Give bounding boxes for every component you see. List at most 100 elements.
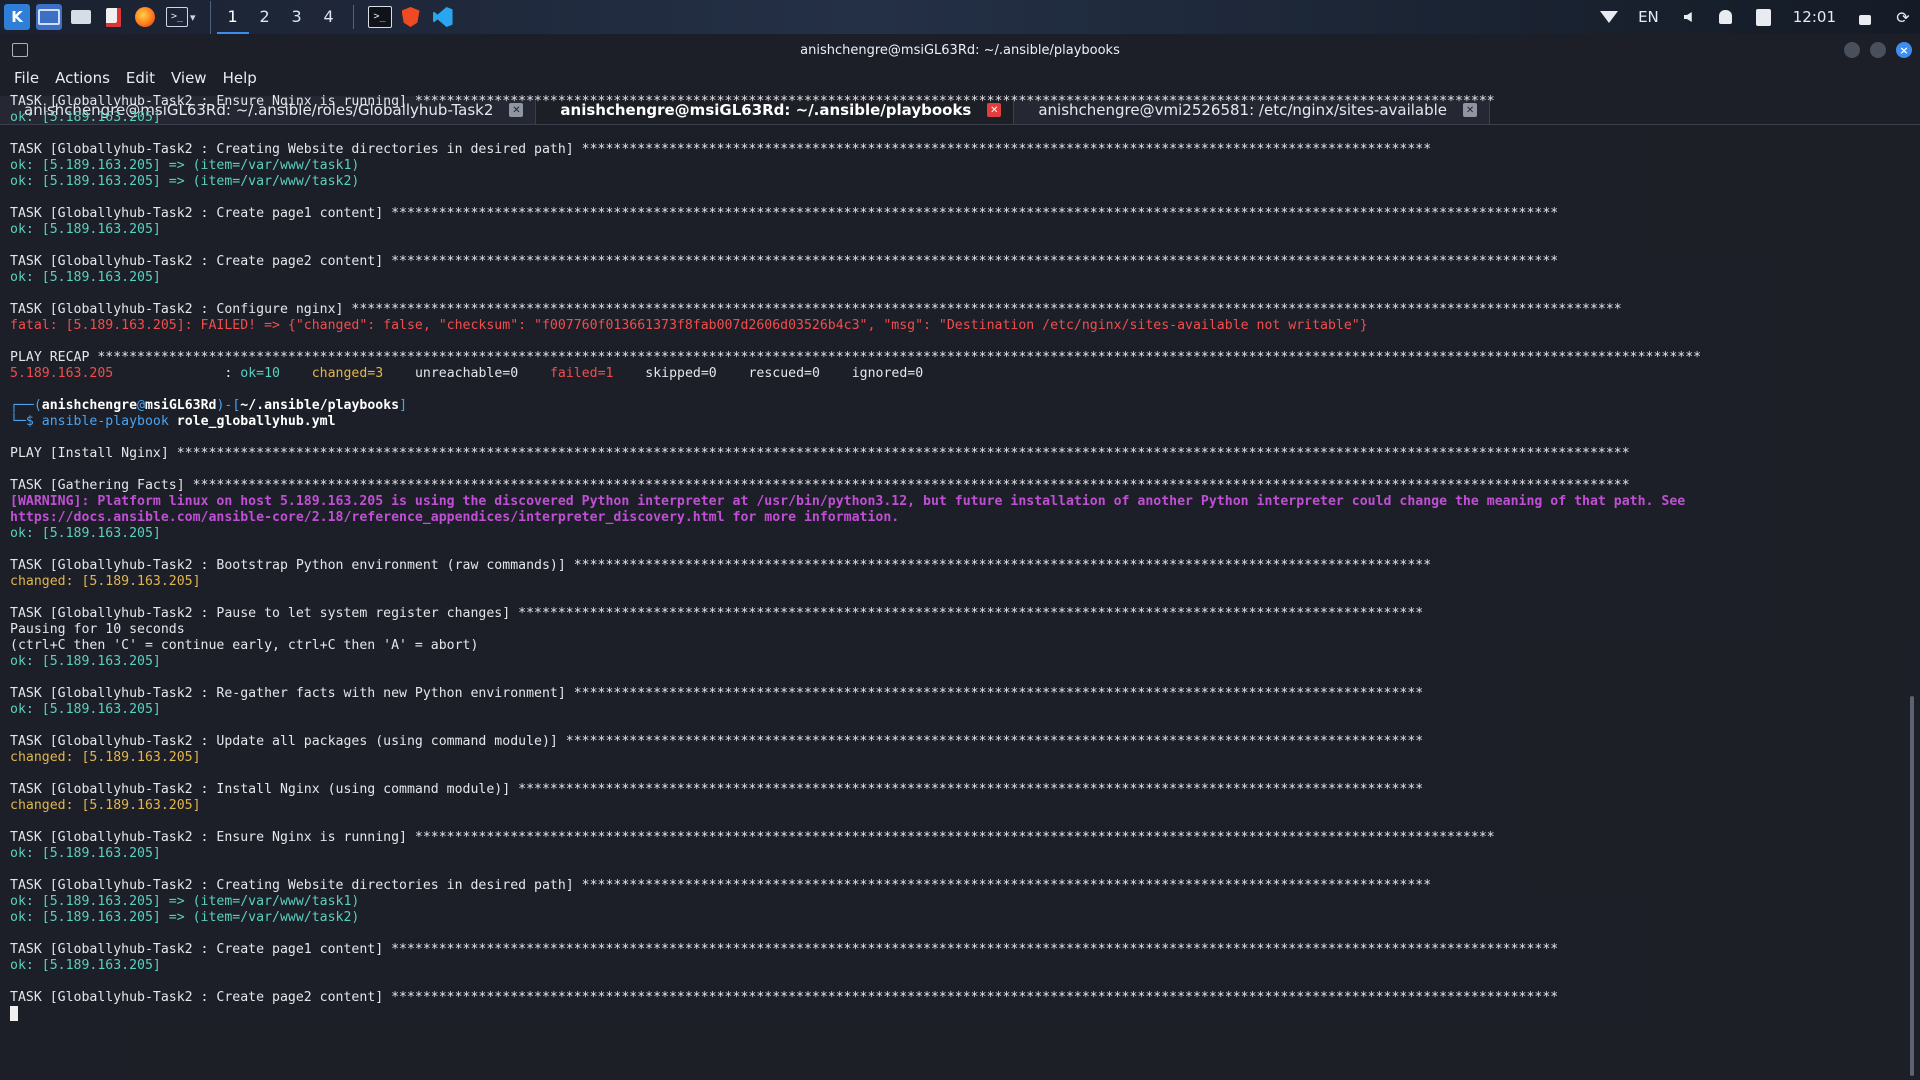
recap-skipped: skipped=0: [645, 366, 717, 381]
output-text: Pausing for 10 seconds: [10, 622, 185, 637]
brave-browser-icon[interactable]: [398, 4, 424, 30]
terminal-window-icon[interactable]: >_: [367, 6, 392, 28]
ok-status: ok: [5.189.163.205]: [10, 702, 161, 717]
task-header: TASK [Globallyhub-Task2 : Creating Websi…: [10, 878, 1432, 893]
terminal-line: ok: [5.189.163.205] => (item=/var/www/ta…: [10, 894, 1905, 910]
keyboard-layout-indicator[interactable]: EN: [1638, 8, 1659, 26]
menu-edit[interactable]: Edit: [118, 69, 163, 87]
window-titlebar[interactable]: anishchengre@msiGL63Rd: ~/.ansible/playb…: [0, 34, 1920, 66]
task-header: TASK [Globallyhub-Task2 : Bootstrap Pyth…: [10, 558, 1432, 573]
kali-menu-icon[interactable]: K: [4, 4, 30, 30]
text-editor-icon[interactable]: [100, 4, 126, 30]
terminal-line: changed: [5.189.163.205]: [10, 798, 1905, 814]
menu-view[interactable]: View: [163, 69, 215, 87]
close-button[interactable]: ×: [1896, 42, 1912, 58]
task-header: TASK [Globallyhub-Task2 : Install Nginx …: [10, 782, 1424, 797]
maximize-button[interactable]: [1870, 42, 1886, 58]
terminal-line: ok: [5.189.163.205]: [10, 846, 1905, 862]
terminal-line: TASK [Globallyhub-Task2 : Update all pac…: [10, 734, 1905, 750]
prompt-host: msiGL63Rd: [145, 398, 217, 413]
recap-separator: :: [113, 366, 241, 381]
terminal-line: TASK [Globallyhub-Task2 : Creating Websi…: [10, 142, 1905, 158]
terminal-line: TASK [Globallyhub-Task2 : Create page2 c…: [10, 990, 1905, 1006]
terminal-line: changed: [5.189.163.205]: [10, 574, 1905, 590]
ok-status: ok: [5.189.163.205] => (item=/var/www/ta…: [10, 174, 360, 189]
window-menu-icon[interactable]: [12, 43, 28, 57]
task-header: TASK [Globallyhub-Task2 : Ensure Nginx i…: [10, 94, 1495, 109]
ok-status: ok: [5.189.163.205] => (item=/var/www/ta…: [10, 894, 360, 909]
ok-status: ok: [5.189.163.205] => (item=/var/www/ta…: [10, 158, 360, 173]
terminal-line: TASK [Globallyhub-Task2 : Ensure Nginx i…: [10, 94, 1905, 110]
firefox-icon[interactable]: [132, 4, 158, 30]
workspace-4[interactable]: 4: [313, 1, 345, 34]
terminal-line: (ctrl+C then 'C' = continue early, ctrl+…: [10, 638, 1905, 654]
show-desktop-icon[interactable]: [36, 4, 62, 30]
workspace-switcher: 1 2 3 4: [209, 0, 345, 34]
window-title: anishchengre@msiGL63Rd: ~/.ansible/playb…: [800, 42, 1120, 58]
terminal-scrollbar[interactable]: [1910, 696, 1914, 1076]
file-manager-icon[interactable]: [68, 4, 94, 30]
ok-status: ok: [5.189.163.205]: [10, 654, 161, 669]
terminal-line: ok: [5.189.163.205]: [10, 654, 1905, 670]
vscode-icon[interactable]: [430, 4, 456, 30]
warning-message: [WARNING]: Platform linux on host 5.189.…: [10, 494, 1686, 509]
chevron-down-icon[interactable]: ▾: [190, 11, 196, 24]
workspace-2[interactable]: 2: [249, 1, 281, 34]
task-header: TASK [Globallyhub-Task2 : Create page1 c…: [10, 942, 1559, 957]
menu-help[interactable]: Help: [215, 69, 265, 87]
battery-icon[interactable]: [1755, 8, 1773, 26]
terminal-line: TASK [Globallyhub-Task2 : Ensure Nginx i…: [10, 830, 1905, 846]
prompt-frame: ]: [399, 398, 408, 413]
terminal-line: ok: [5.189.163.205]: [10, 702, 1905, 718]
prompt-at: @: [137, 398, 145, 413]
text-cursor: [10, 1006, 18, 1021]
clock[interactable]: 12:01: [1793, 8, 1836, 26]
recap-ignored: ignored=0: [851, 366, 924, 381]
terminal-output[interactable]: TASK [Globallyhub-Task2 : Ensure Nginx i…: [10, 94, 1905, 1040]
task-header: TASK [Globallyhub-Task2 : Creating Websi…: [10, 142, 1432, 157]
ok-status: ok: [5.189.163.205]: [10, 110, 161, 125]
top-panel: K >_ ▾ 1 2 3 4 >_ EN 12:01 ⟳: [0, 0, 1920, 34]
ok-status: ok: [5.189.163.205]: [10, 526, 161, 541]
volume-icon[interactable]: [1679, 8, 1697, 26]
terminal-line: └─$ ansible-playbook role_globallyhub.ym…: [10, 414, 1905, 430]
workspace-3[interactable]: 3: [281, 1, 313, 34]
task-header: TASK [Globallyhub-Task2 : Create page2 c…: [10, 990, 1559, 1005]
prompt-frame: └─$: [10, 414, 42, 429]
recap-rescued: rescued=0: [748, 366, 820, 381]
menu-actions[interactable]: Actions: [47, 69, 118, 87]
network-icon[interactable]: [1600, 8, 1618, 26]
prompt-frame: ┌──(: [10, 398, 42, 413]
recap-failed: failed=1: [549, 366, 614, 381]
task-header: TASK [Globallyhub-Task2 : Re-gather fact…: [10, 686, 1424, 701]
ok-status: ok: [5.189.163.205]: [10, 958, 161, 973]
panel-divider: [352, 5, 354, 29]
terminal-line: [WARNING]: Platform linux on host 5.189.…: [10, 494, 1905, 510]
terminal-launcher-icon[interactable]: >_: [166, 7, 188, 27]
terminal-line: fatal: [5.189.163.205]: FAILED! => {"cha…: [10, 318, 1905, 334]
changed-status: changed: [5.189.163.205]: [10, 798, 201, 813]
prompt-path: ~/.ansible/playbooks: [240, 398, 400, 413]
terminal-line: TASK [Globallyhub-Task2 : Creating Websi…: [10, 878, 1905, 894]
terminal-line: ok: [5.189.163.205]: [10, 110, 1905, 126]
terminal-line: TASK [Globallyhub-Task2 : Configure ngin…: [10, 302, 1905, 318]
workspace-1[interactable]: 1: [216, 1, 249, 34]
minimize-button[interactable]: [1844, 42, 1860, 58]
task-header: TASK [Globallyhub-Task2 : Update all pac…: [10, 734, 1424, 749]
ok-status: ok: [5.189.163.205] => (item=/var/www/ta…: [10, 910, 360, 925]
recap-changed: changed=3: [311, 366, 384, 381]
lock-screen-icon[interactable]: [1856, 8, 1874, 26]
menu-file[interactable]: File: [6, 69, 47, 87]
ok-status: ok: [5.189.163.205]: [10, 270, 161, 285]
terminal-line: TASK [Globallyhub-Task2 : Create page1 c…: [10, 206, 1905, 222]
power-icon[interactable]: ⟳: [1894, 8, 1912, 27]
notifications-icon[interactable]: [1717, 8, 1735, 26]
